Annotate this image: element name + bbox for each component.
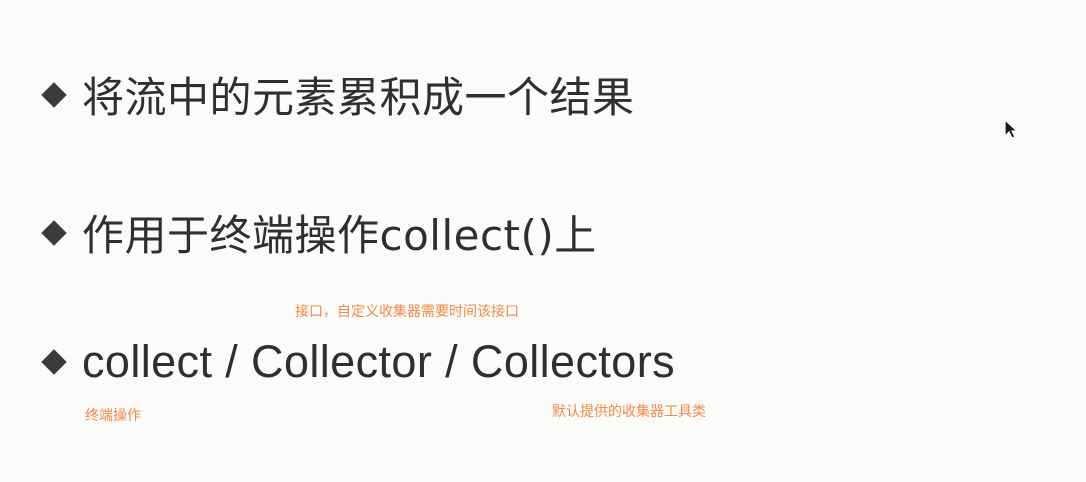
annotation-collect-terminal: 终端操作 (85, 408, 141, 424)
bullet-item-accumulate: 将流中的元素累积成一个结果 (40, 64, 635, 125)
diamond-icon (40, 348, 68, 376)
diamond-icon (40, 219, 68, 247)
bullet-text: collect / Collector / Collectors (82, 336, 675, 387)
bullet-text: 将流中的元素累积成一个结果 (82, 73, 635, 122)
bullet-item-terminal-operation: 作用于终端操作collect()上 (40, 202, 597, 263)
mouse-pointer-icon (1004, 119, 1018, 139)
bullet-text: 作用于终端操作collect()上 (82, 211, 597, 260)
diamond-icon (40, 81, 68, 109)
annotation-collector-interface: 接口，自定义收集器需要时间该接口 (295, 304, 519, 320)
bullet-item-collect-classes: collect / Collector / Collectors (40, 336, 675, 388)
presentation-slide: 将流中的元素累积成一个结果 作用于终端操作collect()上 接口，自定义收集… (0, 0, 1086, 482)
annotation-collectors-utility: 默认提供的收集器工具类 (552, 404, 706, 420)
